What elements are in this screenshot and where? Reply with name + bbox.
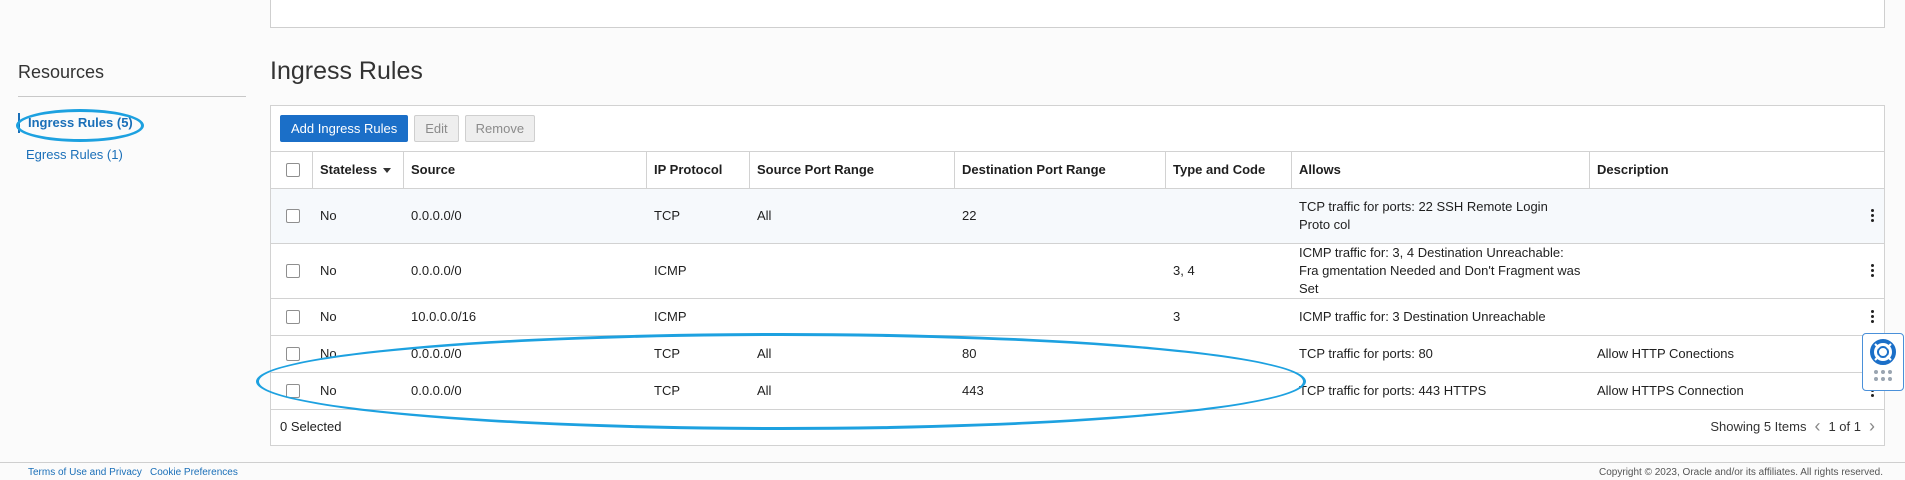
cell-description: Allow HTTP Conections	[1597, 346, 1735, 361]
sort-caret-icon	[383, 167, 392, 173]
table-row[interactable]: No 0.0.0.0/0 ICMP 3, 4 ICMP traffic for:…	[271, 244, 1884, 299]
add-ingress-rules-button[interactable]: Add Ingress Rules	[280, 115, 409, 142]
row-checkbox[interactable]	[286, 264, 300, 278]
cell-type-code: 3	[1173, 309, 1181, 324]
chevron-left-icon[interactable]: ‹	[1814, 416, 1820, 437]
select-all-checkbox[interactable]	[286, 163, 300, 177]
header-allows: Allows	[1299, 162, 1341, 177]
cell-stateless: No	[320, 346, 337, 361]
ingress-rules-panel: Add Ingress Rules Edit Remove Stateless …	[270, 105, 1885, 446]
cell-protocol: TCP	[654, 383, 680, 398]
cell-source-port: All	[757, 383, 772, 398]
table-footer: 0 Selected Showing 5 Items ‹ 1 of 1 ›	[271, 408, 1884, 445]
cell-source: 0.0.0.0/0	[411, 263, 462, 278]
sidebar-item-ingress-rules[interactable]: Ingress Rules (5)	[18, 113, 246, 133]
header-description: Description	[1597, 162, 1669, 177]
terms-link[interactable]: Terms of Use and Privacy	[28, 467, 142, 478]
selected-count: 0 Selected	[280, 419, 342, 434]
cell-protocol: ICMP	[654, 309, 687, 324]
row-actions-kebab-icon[interactable]	[1866, 309, 1878, 325]
cell-allows: ICMP traffic for: 3 Destination Unreacha…	[1299, 309, 1546, 324]
header-type-and-code: Type and Code	[1173, 162, 1266, 177]
sidebar-item-egress-rules[interactable]: Egress Rules (1)	[18, 145, 246, 165]
edit-button[interactable]: Edit	[414, 115, 459, 142]
cell-type-code	[1165, 336, 1181, 372]
resources-sidebar: Resources Ingress Rules (5) Egress Rules…	[18, 62, 246, 165]
cell-protocol: ICMP	[654, 263, 687, 278]
top-panel	[270, 0, 1885, 28]
cell-type-code: 3, 4	[1173, 263, 1195, 278]
table-row[interactable]: No 10.0.0.0/16 ICMP 3 ICMP traffic for: …	[271, 299, 1884, 336]
cell-allows: ICMP traffic for: 3, 4 Destination Unrea…	[1299, 245, 1581, 296]
cell-source-port: All	[757, 208, 772, 223]
row-checkbox[interactable]	[286, 209, 300, 223]
cell-stateless: No	[320, 383, 337, 398]
cell-stateless: No	[320, 263, 337, 278]
cell-source: 10.0.0.0/16	[411, 309, 477, 324]
table-row[interactable]: No 0.0.0.0/0 TCP All 22 TCP traffic for …	[271, 189, 1884, 244]
showing-items-text: Showing 5 Items	[1710, 419, 1807, 434]
cell-destination-port	[954, 244, 970, 298]
row-checkbox[interactable]	[286, 310, 300, 324]
pagination: Showing 5 Items ‹ 1 of 1 ›	[1710, 416, 1875, 437]
cell-type-code	[1165, 189, 1181, 243]
cell-source-port: All	[757, 346, 772, 361]
cell-destination-port: 22	[962, 208, 977, 223]
cell-description	[1589, 244, 1605, 298]
table-row[interactable]: No 0.0.0.0/0 TCP All 443 TCP traffic for…	[271, 373, 1884, 410]
cell-description	[1589, 299, 1605, 335]
page-title: Ingress Rules	[270, 57, 423, 85]
table-row[interactable]: No 0.0.0.0/0 TCP All 80 TCP traffic for …	[271, 336, 1884, 373]
cell-protocol: TCP	[654, 346, 680, 361]
cell-description: Allow HTTPS Connection	[1597, 383, 1744, 398]
cookie-preferences-link[interactable]: Cookie Preferences	[150, 467, 238, 478]
header-source: Source	[411, 162, 456, 177]
cell-stateless: No	[320, 309, 337, 324]
rules-table: Stateless Source IP Protocol Source Port…	[271, 152, 1884, 410]
cell-source: 0.0.0.0/0	[411, 208, 462, 223]
cell-allows: TCP traffic for ports: 22 SSH Remote Log…	[1299, 199, 1548, 232]
table-toolbar: Add Ingress Rules Edit Remove	[271, 106, 1884, 152]
cell-allows: TCP traffic for ports: 80	[1299, 346, 1433, 361]
cell-protocol: TCP	[654, 208, 680, 223]
header-stateless[interactable]: Stateless	[312, 152, 403, 188]
page-indicator: 1 of 1	[1828, 419, 1861, 434]
cell-type-code	[1165, 373, 1181, 409]
row-actions-kebab-icon[interactable]	[1866, 208, 1878, 224]
cell-stateless: No	[320, 208, 337, 223]
cell-source: 0.0.0.0/0	[411, 346, 462, 361]
chevron-right-icon[interactable]: ›	[1869, 416, 1875, 437]
table-header-row: Stateless Source IP Protocol Source Port…	[271, 152, 1884, 189]
cell-source-port	[749, 244, 765, 298]
cell-description	[1589, 189, 1605, 243]
resources-title: Resources	[18, 62, 246, 97]
cell-source-port	[749, 299, 765, 335]
cell-destination-port: 80	[962, 346, 977, 361]
page-footer: Terms of Use and Privacy Cookie Preferen…	[0, 462, 1905, 480]
lifebuoy-icon	[1870, 339, 1896, 381]
header-source-port-range: Source Port Range	[757, 162, 875, 177]
cell-destination-port	[954, 299, 970, 335]
row-actions-kebab-icon[interactable]	[1866, 263, 1878, 279]
copyright-text: Copyright © 2023, Oracle and/or its affi…	[1599, 467, 1883, 478]
remove-button[interactable]: Remove	[464, 115, 536, 142]
row-checkbox[interactable]	[286, 347, 300, 361]
header-ip-protocol: IP Protocol	[654, 162, 723, 177]
cell-destination-port: 443	[962, 383, 984, 398]
cell-source: 0.0.0.0/0	[411, 383, 462, 398]
header-destination-port-range: Destination Port Range	[962, 162, 1106, 177]
cell-allows: TCP traffic for ports: 443 HTTPS	[1299, 383, 1487, 398]
help-widget[interactable]	[1862, 333, 1904, 391]
row-checkbox[interactable]	[286, 384, 300, 398]
